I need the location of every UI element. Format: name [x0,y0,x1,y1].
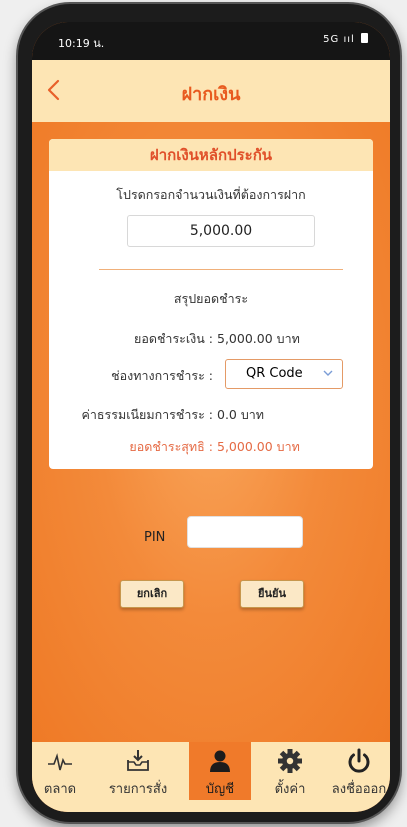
tab-orders-label: รายการสั่ง [108,782,168,797]
net-label: ยอดชำระสุทธิ : [129,439,213,454]
confirm-button[interactable]: ยืนยัน [240,580,304,608]
payment-channel-select[interactable]: QR Code [225,359,343,389]
bottom-tab-bar: ตลาด รายการสั่ง บัญชี ตั้งค่า ลงชื่อออก [32,742,390,812]
chevron-down-icon [323,370,333,376]
fee-value: 0.0 บาท [217,407,265,422]
inbox-download-icon [127,750,149,771]
fee-label: ค่าธรรมเนียมการชำระ : [81,407,213,422]
payment-amount-value: 5,000.00 บาท [217,331,300,346]
card-heading: ฝากเงินหลักประกัน [49,139,373,171]
cancel-button[interactable]: ยกเลิก [120,580,184,608]
status-time: 10:19 น. [58,37,105,50]
tab-account-label: บัญชี [205,782,235,797]
gear-icon [278,749,302,773]
payment-amount-label: ยอดชำระเงิน : [134,331,213,346]
divider [99,269,343,270]
deposit-card: ฝากเงินหลักประกัน โปรดกรอกจำนวนเงินที่ต้… [49,139,373,469]
tab-logout[interactable]: ลงชื่อออก [328,742,390,800]
network-type: 5G [323,34,340,45]
app-screen: 10:19 น. 5G ııl ฝากเงิน ฝากเงินหลักประกั… [32,22,390,812]
tab-settings-label: ตั้งค่า [274,782,306,797]
battery-icon [361,33,368,43]
tab-settings[interactable]: ตั้งค่า [262,742,318,800]
tab-logout-label: ลงชื่อออก [331,782,387,797]
pin-input[interactable] [187,516,303,548]
tab-market[interactable]: ตลาด [32,742,88,800]
amount-input[interactable]: 5,000.00 [127,215,315,247]
power-icon [348,748,370,773]
pulse-chart-icon [48,753,72,771]
payment-channel-label: ช่องทางการชำระ : [111,368,213,383]
main-content: ฝากเงินหลักประกัน โปรดกรอกจำนวนเงินที่ต้… [32,122,390,742]
net-value: 5,000.00 บาท [217,439,300,454]
signal-indicator: 5G ııl [323,33,368,45]
status-bar: 10:19 น. 5G ııl [32,22,390,60]
tab-account[interactable]: บัญชี [189,742,251,800]
tab-market-label: ตลาด [43,782,77,797]
signal-bars-icon: ııl [343,34,355,45]
amount-prompt: โปรดกรอกจำนวนเงินที่ต้องการฝาก [116,187,306,202]
tab-orders[interactable]: รายการสั่ง [98,742,178,800]
pin-label: PIN [144,530,166,545]
payment-channel-value: QR Code [246,366,303,381]
page-header: ฝากเงิน [32,60,390,122]
summary-title: สรุปยอดชำระ [173,291,249,306]
page-title: ฝากเงิน [181,84,241,105]
user-account-icon [210,750,230,772]
